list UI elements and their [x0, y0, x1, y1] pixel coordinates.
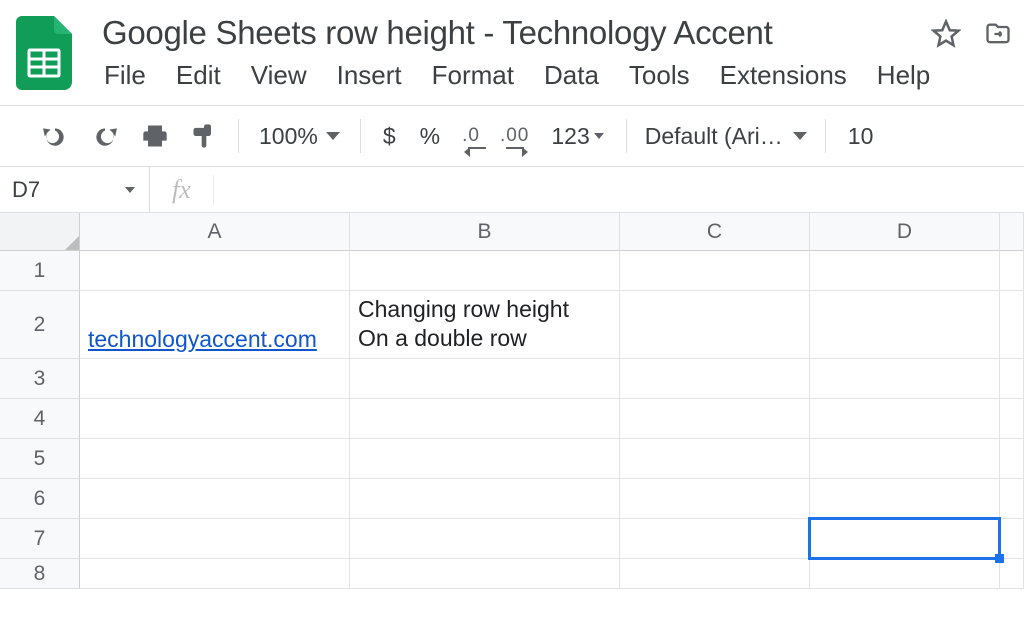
star-icon[interactable]: [930, 18, 962, 50]
menu-tools[interactable]: Tools: [629, 60, 690, 91]
cell-B8[interactable]: [350, 559, 620, 589]
cell-C2[interactable]: [620, 291, 810, 359]
row-header-2[interactable]: 2: [0, 291, 80, 359]
row-header-5[interactable]: 5: [0, 439, 80, 479]
cell-D2[interactable]: [810, 291, 1000, 359]
decrease-decimal-button[interactable]: .0: [452, 116, 490, 156]
menu-edit[interactable]: Edit: [176, 60, 221, 91]
format-currency-button[interactable]: $: [371, 116, 408, 156]
caret-down-icon: [594, 133, 604, 139]
cell-A2[interactable]: technologyaccent.com: [80, 291, 350, 359]
cell-B7[interactable]: [350, 519, 620, 559]
format-percent-button[interactable]: %: [408, 116, 452, 156]
cell-C8[interactable]: [620, 559, 810, 589]
row-header-4[interactable]: 4: [0, 399, 80, 439]
row-header-8[interactable]: 8: [0, 559, 80, 589]
cell-A3[interactable]: [80, 359, 350, 399]
row-header-7[interactable]: 7: [0, 519, 80, 559]
cell-A6[interactable]: [80, 479, 350, 519]
cell-D6[interactable]: [810, 479, 1000, 519]
cell-A7[interactable]: [80, 519, 350, 559]
menu-view[interactable]: View: [251, 60, 307, 91]
font-size-value[interactable]: 10: [836, 116, 886, 156]
menu-format[interactable]: Format: [432, 60, 514, 91]
toolbar: 100% $ % .0 .00 123 Default (Ari… 10: [0, 105, 1024, 167]
name-box[interactable]: D7: [0, 167, 150, 212]
formula-input[interactable]: [214, 167, 1024, 212]
menu-file[interactable]: File: [104, 60, 146, 91]
col-header-A[interactable]: A: [80, 213, 350, 251]
cell-C7[interactable]: [620, 519, 810, 559]
cell-B4[interactable]: [350, 399, 620, 439]
caret-down-icon: [125, 187, 135, 193]
cell-B1[interactable]: [350, 251, 620, 291]
cell-B3[interactable]: [350, 359, 620, 399]
cell-C4[interactable]: [620, 399, 810, 439]
cell-B5[interactable]: [350, 439, 620, 479]
menu-bar: File Edit View Insert Format Data Tools …: [102, 56, 930, 105]
col-header-C[interactable]: C: [620, 213, 810, 251]
cell-A5[interactable]: [80, 439, 350, 479]
zoom-select[interactable]: 100%: [249, 116, 350, 156]
number-format-button[interactable]: 123: [539, 116, 615, 156]
cell-C5[interactable]: [620, 439, 810, 479]
cell-D4[interactable]: [810, 399, 1000, 439]
row-header-3[interactable]: 3: [0, 359, 80, 399]
zoom-value: 100%: [259, 123, 318, 150]
row-header-6[interactable]: 6: [0, 479, 80, 519]
cell-B6[interactable]: [350, 479, 620, 519]
select-all-corner[interactable]: [0, 213, 80, 251]
cell-C1[interactable]: [620, 251, 810, 291]
cell-E7[interactable]: [1000, 519, 1024, 559]
increase-decimal-button[interactable]: .00: [490, 116, 539, 156]
name-box-value: D7: [12, 177, 40, 203]
cell-E4[interactable]: [1000, 399, 1024, 439]
document-title[interactable]: Google Sheets row height - Technology Ac…: [102, 12, 930, 56]
col-header-D[interactable]: D: [810, 213, 1000, 251]
cell-E3[interactable]: [1000, 359, 1024, 399]
menu-insert[interactable]: Insert: [337, 60, 402, 91]
menu-help[interactable]: Help: [877, 60, 930, 91]
cell-E6[interactable]: [1000, 479, 1024, 519]
cell-E8[interactable]: [1000, 559, 1024, 589]
cell-D8[interactable]: [810, 559, 1000, 589]
paint-format-button[interactable]: [180, 116, 228, 156]
spreadsheet-grid: A B C D 1 2 technologyaccent.com Changin…: [0, 213, 1024, 589]
print-button[interactable]: [130, 116, 180, 156]
caret-down-icon: [326, 132, 340, 140]
undo-button[interactable]: [30, 116, 80, 156]
cell-D5[interactable]: [810, 439, 1000, 479]
cell-E2[interactable]: [1000, 291, 1024, 359]
redo-button[interactable]: [80, 116, 130, 156]
cell-E5[interactable]: [1000, 439, 1024, 479]
col-header-B[interactable]: B: [350, 213, 620, 251]
cell-E1[interactable]: [1000, 251, 1024, 291]
caret-down-icon: [793, 132, 807, 140]
cell-A8[interactable]: [80, 559, 350, 589]
cell-C6[interactable]: [620, 479, 810, 519]
cell-A1[interactable]: [80, 251, 350, 291]
cell-A4[interactable]: [80, 399, 350, 439]
cell-C3[interactable]: [620, 359, 810, 399]
row-header-1[interactable]: 1: [0, 251, 80, 291]
cell-D7[interactable]: [810, 519, 1000, 559]
fx-label: fx: [150, 175, 214, 205]
menu-extensions[interactable]: Extensions: [720, 60, 847, 91]
menu-data[interactable]: Data: [544, 60, 599, 91]
cell-D3[interactable]: [810, 359, 1000, 399]
col-header-overflow: [1000, 213, 1024, 251]
cell-A2-link[interactable]: technologyaccent.com: [88, 325, 317, 354]
cell-B2[interactable]: Changing row height On a double row: [350, 291, 620, 359]
sheets-logo[interactable]: [14, 12, 74, 94]
cell-D1[interactable]: [810, 251, 1000, 291]
move-to-folder-icon[interactable]: [982, 18, 1014, 50]
font-family-select[interactable]: Default (Ari…: [637, 116, 815, 156]
